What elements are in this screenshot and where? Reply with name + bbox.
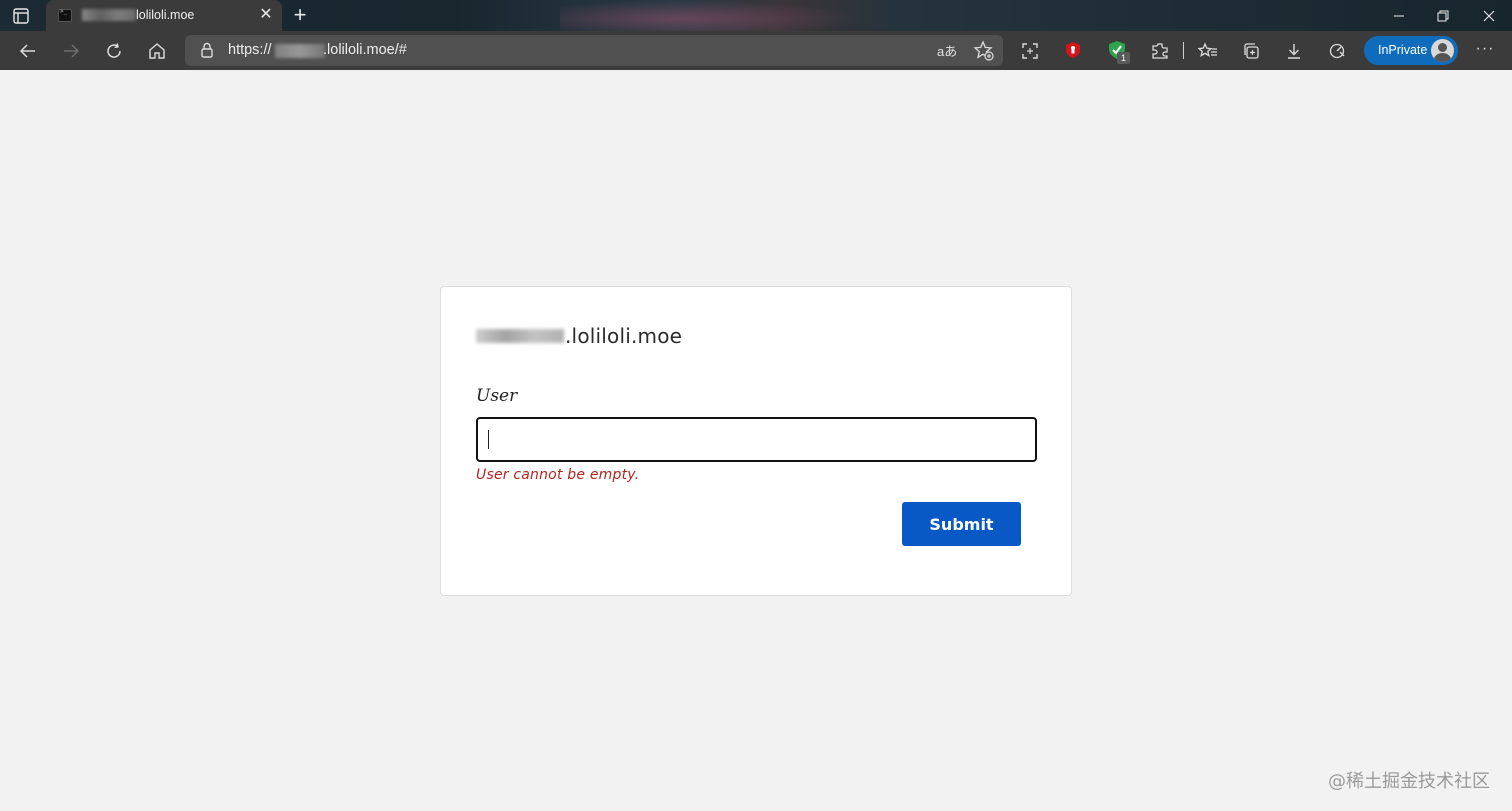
text-caret [488, 430, 489, 449]
terminal-favicon-icon [58, 8, 72, 22]
url-suffix: .loliloli.moe/# [323, 42, 407, 58]
collections-icon[interactable] [1240, 40, 1262, 62]
inprivate-label: InPrivate [1378, 43, 1428, 57]
url-prefix: https:// [228, 42, 272, 58]
address-bar[interactable]: https:// .loliloli.moe/# aあ [185, 35, 1003, 66]
title-bar: loliloli.moe ✕ + [0, 0, 1512, 31]
inprivate-button[interactable]: InPrivate [1364, 36, 1458, 65]
user-input[interactable] [476, 417, 1037, 462]
refresh-icon[interactable] [103, 40, 125, 62]
login-card: .loliloli.moe User User cannot be empty.… [440, 286, 1072, 596]
favorites-icon[interactable] [1197, 40, 1219, 62]
avatar-icon [1431, 39, 1454, 62]
minimize-icon[interactable] [1376, 0, 1422, 31]
tab-close-icon[interactable]: ✕ [258, 7, 274, 23]
tab-title: loliloli.moe [136, 8, 195, 22]
toolbar-divider [1183, 42, 1184, 59]
add-favorite-icon[interactable] [973, 40, 995, 62]
extensions-icon[interactable] [1149, 40, 1171, 62]
back-icon[interactable] [17, 40, 39, 62]
performance-icon[interactable] [1326, 40, 1348, 62]
close-window-icon[interactable] [1466, 0, 1512, 31]
home-icon[interactable] [146, 40, 168, 62]
screenshot-icon[interactable] [1019, 40, 1041, 62]
restore-icon[interactable] [1420, 0, 1466, 31]
new-tab-button[interactable]: + [290, 4, 310, 26]
submit-button[interactable]: Submit [902, 502, 1021, 546]
forward-icon[interactable] [60, 40, 82, 62]
site-title-redacted [476, 329, 564, 343]
extension-badge-count: 1 [1117, 52, 1130, 64]
more-icon[interactable]: ··· [1474, 40, 1496, 62]
user-label: User [476, 386, 518, 406]
browser-toolbar: https:// .loliloli.moe/# aあ 1 InPrivate … [0, 31, 1512, 70]
active-tab[interactable]: loliloli.moe ✕ [46, 0, 282, 31]
tab-title-redacted [82, 9, 136, 21]
lock-icon[interactable] [199, 42, 215, 58]
site-title: .loliloli.moe [565, 324, 683, 348]
translate-icon[interactable]: aあ [937, 41, 957, 60]
user-error-message: User cannot be empty. [476, 467, 640, 483]
url-redacted [275, 44, 325, 58]
extension-red-icon[interactable] [1065, 41, 1081, 59]
watermark: @稀土掘金技术社区 [1328, 771, 1490, 792]
downloads-icon[interactable] [1283, 40, 1305, 62]
tab-actions-icon[interactable] [12, 7, 30, 25]
